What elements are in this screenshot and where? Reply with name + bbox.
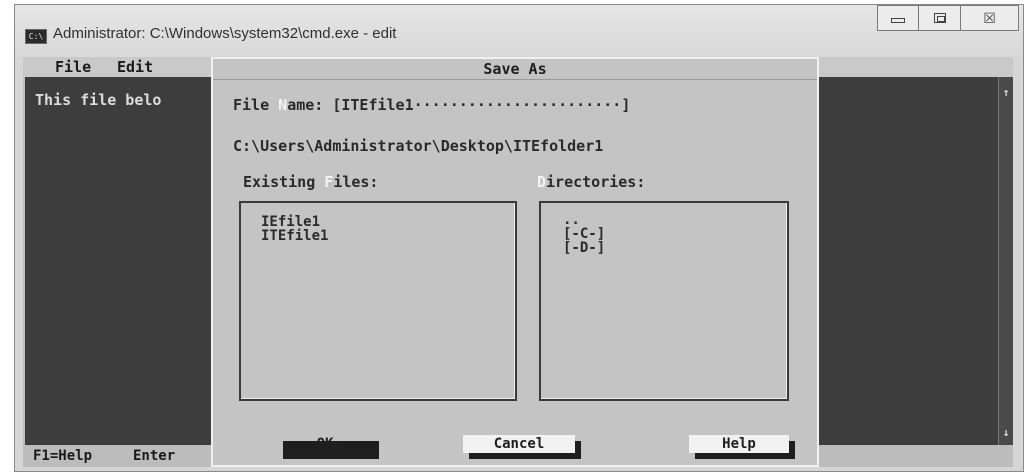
list-item[interactable]: .. xyxy=(563,213,787,227)
save-as-dialog: Save As File Name: [ITEfile1············… xyxy=(211,57,819,467)
cmd-window: C:\ Administrator: C:\Windows\system32\c… xyxy=(14,4,1024,472)
list-item[interactable]: [-C-] xyxy=(563,227,787,241)
title-bar[interactable]: C:\ Administrator: C:\Windows\system32\c… xyxy=(15,5,1023,57)
file-name-label-pre: File xyxy=(233,96,279,114)
directories-hotkey: D xyxy=(537,173,547,191)
maximize-button[interactable] xyxy=(919,5,961,31)
window-title: Administrator: C:\Windows\system32\cmd.e… xyxy=(53,25,397,42)
menu-file[interactable]: File xyxy=(55,57,91,77)
directories-label-post: irectories: xyxy=(546,173,646,191)
existing-files-label: Existing Files: xyxy=(243,173,378,191)
status-help: F1=Help xyxy=(33,448,93,464)
existing-files-hotkey: F xyxy=(324,173,334,191)
ok-button[interactable]: ► OK ◄ xyxy=(277,435,379,459)
status-enter: Enter xyxy=(133,448,176,464)
menu-edit[interactable]: Edit xyxy=(117,57,153,77)
window-controls: ☒ xyxy=(877,5,1019,33)
existing-files-label-pre: Existing xyxy=(243,173,325,191)
directories-label: Directories: xyxy=(537,173,645,191)
cancel-button[interactable]: Cancel xyxy=(463,435,575,453)
editor-line-1: This file belo xyxy=(35,91,162,109)
close-button[interactable]: ☒ xyxy=(961,5,1019,31)
file-name-row: File Name: [ITEfile1····················… xyxy=(233,96,630,114)
scroll-down-arrow-icon[interactable]: ↓ xyxy=(999,425,1013,441)
existing-files-list[interactable]: IEfile1 ITEfile1 xyxy=(239,201,517,401)
cmd-icon: C:\ xyxy=(25,29,47,44)
close-icon: ☒ xyxy=(983,9,996,26)
help-button[interactable]: Help xyxy=(689,435,789,453)
minimize-button[interactable] xyxy=(877,5,919,31)
file-name-label-post: ame: xyxy=(287,96,333,114)
current-path: C:\Users\Administrator\Desktop\ITEfolder… xyxy=(233,137,604,155)
file-name-input[interactable]: [ITEfile1·······················] xyxy=(332,96,630,114)
list-item[interactable]: IEfile1 xyxy=(261,215,515,229)
maximize-icon xyxy=(933,13,946,23)
minimize-icon xyxy=(891,17,905,23)
ok-left-arrow-icon: ► xyxy=(302,436,311,452)
ok-right-arrow-icon: ◄ xyxy=(339,436,348,452)
ok-button-label: OK xyxy=(316,436,334,452)
list-item[interactable]: ITEfile1 xyxy=(261,229,515,243)
list-item[interactable]: [-D-] xyxy=(563,241,787,255)
directories-list[interactable]: .. [-C-] [-D-] xyxy=(539,201,789,401)
file-name-hotkey: N xyxy=(278,96,288,114)
dialog-title: Save As xyxy=(213,59,817,80)
existing-files-label-post: iles: xyxy=(333,173,379,191)
vertical-scrollbar[interactable]: ↑ ↓ xyxy=(998,77,1013,445)
scroll-up-arrow-icon[interactable]: ↑ xyxy=(999,85,1013,101)
